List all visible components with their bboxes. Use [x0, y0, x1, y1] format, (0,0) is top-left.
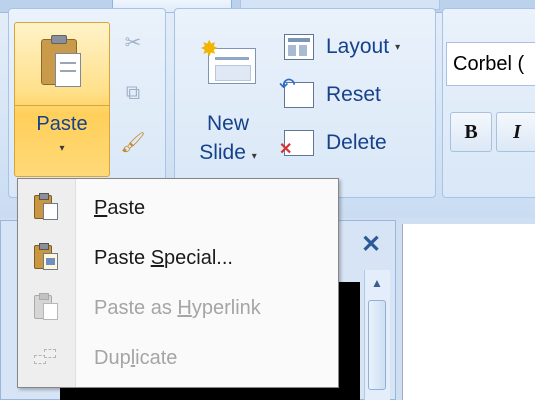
panel-close-icon[interactable]: ✕	[356, 230, 386, 260]
delete-icon	[279, 130, 314, 159]
reset-label: Reset	[326, 83, 381, 106]
menu-item-label: Paste Special...	[94, 247, 233, 269]
clipboard-paste-icon	[41, 35, 83, 89]
italic-button[interactable]: I	[496, 112, 535, 152]
layout-button[interactable]: Layout ▾	[284, 32, 400, 62]
paste-hyperlink-icon	[32, 293, 60, 321]
font-name-combobox[interactable]: Corbel (	[446, 42, 535, 86]
paste-icon	[32, 193, 60, 221]
slide-editing-pane[interactable]	[402, 224, 535, 400]
menu-item-paste-special[interactable]: Paste Special...	[18, 233, 338, 283]
font-group	[442, 8, 535, 198]
cut-icon[interactable]: ✂	[120, 30, 146, 56]
scroll-thumb[interactable]	[368, 300, 386, 390]
reset-icon	[279, 73, 314, 108]
menu-item-label: Paste	[94, 197, 146, 219]
paste-button[interactable]: Paste ▾	[14, 22, 110, 177]
paste-dropdown-arrow[interactable]: ▾	[15, 143, 109, 154]
paste-dropdown-menu: Paste Paste Special... Paste as Hyperlin…	[17, 178, 339, 388]
paste-special-icon	[32, 243, 60, 271]
new-slide-dropdown-arrow: ▾	[251, 151, 257, 162]
format-painter-icon[interactable]: 🖌	[120, 130, 146, 156]
menu-item-label: Paste as Hyperlink	[94, 297, 261, 319]
menu-item-paste[interactable]: Paste	[18, 183, 338, 233]
new-slide-label-line1[interactable]: New	[190, 112, 266, 136]
menu-item-paste-as-hyperlink: Paste as Hyperlink	[18, 283, 338, 333]
layout-dropdown-arrow: ▾	[395, 41, 401, 53]
scroll-up-icon[interactable]: ▲	[364, 270, 390, 296]
delete-label: Delete	[326, 131, 387, 154]
duplicate-icon	[32, 345, 60, 371]
delete-button[interactable]: Delete	[279, 128, 387, 159]
menu-item-duplicate: Duplicate	[18, 333, 338, 383]
layout-label: Layout	[326, 35, 390, 58]
sparkle-icon: ✸	[200, 36, 219, 61]
bold-button[interactable]: B	[450, 112, 492, 152]
copy-icon[interactable]: ⧉	[120, 80, 146, 106]
layout-icon	[284, 34, 314, 60]
new-slide-label-line2: Slide	[199, 141, 246, 164]
split-divider	[15, 105, 109, 106]
new-slide-button[interactable]: Slide ▾	[190, 141, 266, 165]
menu-item-label: Duplicate	[94, 347, 178, 369]
paste-label: Paste	[36, 113, 88, 135]
reset-button[interactable]: Reset	[279, 73, 381, 110]
new-slide-icon[interactable]: ✸	[200, 36, 258, 86]
